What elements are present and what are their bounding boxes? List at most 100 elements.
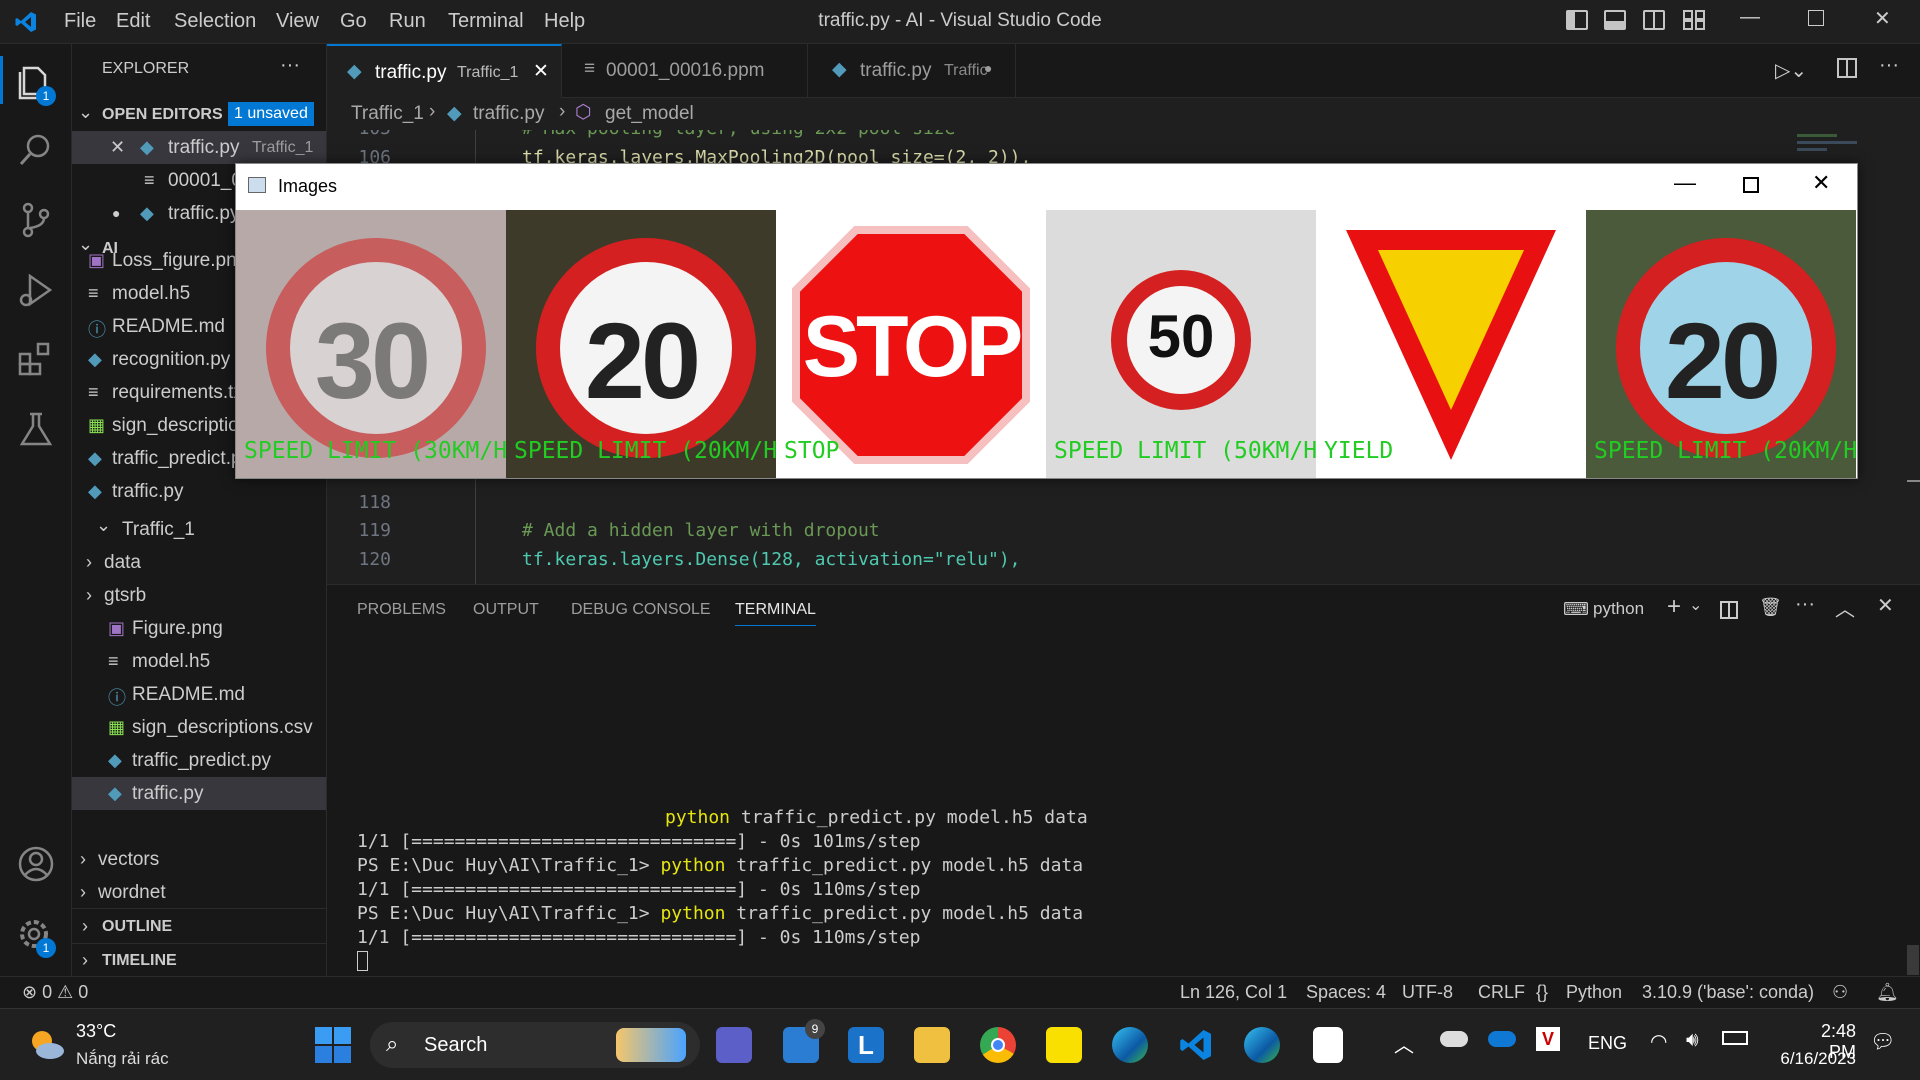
volume-icon[interactable]: 🔊︎ bbox=[1686, 1029, 1699, 1052]
breadcrumb-folder[interactable]: Traffic_1 bbox=[351, 103, 424, 125]
file-item[interactable]: ◆ traffic.py bbox=[72, 777, 326, 810]
file-item[interactable]: ≡ model.h5 bbox=[72, 645, 326, 678]
toggle-secondary-sidebar-icon[interactable] bbox=[1643, 10, 1665, 30]
run-debug-icon[interactable] bbox=[16, 270, 56, 310]
split-editor-icon[interactable] bbox=[1837, 58, 1857, 78]
search-icon[interactable] bbox=[16, 130, 56, 170]
timeline-section[interactable]: › TIMELINE bbox=[72, 943, 326, 976]
onedrive-business-icon[interactable] bbox=[1488, 1031, 1516, 1047]
tab-traffic-py-unsaved[interactable]: ◆ traffic.py Traffic ● bbox=[808, 44, 1016, 98]
terminal-shell-label[interactable]: python bbox=[1593, 599, 1644, 619]
file-item[interactable]: ◆ traffic_predict.py bbox=[72, 744, 326, 777]
weather-temp: 33°C bbox=[76, 1021, 117, 1041]
file-item[interactable]: ⓘ README.md bbox=[72, 678, 326, 711]
sticky-notes-icon[interactable] bbox=[1046, 1027, 1082, 1063]
mail-icon[interactable]: 9 bbox=[783, 1019, 825, 1063]
more-actions-icon[interactable]: ··· bbox=[1795, 593, 1815, 616]
close-tab-icon[interactable]: ✕ bbox=[533, 60, 549, 83]
new-terminal-icon[interactable]: + bbox=[1667, 593, 1681, 621]
file-item[interactable]: ▦ sign_descriptions.csv bbox=[72, 711, 326, 744]
chevron-down-icon[interactable]: ⌄ bbox=[1689, 595, 1702, 615]
battery-icon[interactable] bbox=[1722, 1031, 1748, 1045]
indentation[interactable]: Spaces: 4 bbox=[1306, 982, 1386, 1003]
images-window-titlebar[interactable]: Images — ✕ bbox=[236, 164, 1857, 209]
tab-problems[interactable]: PROBLEMS bbox=[357, 601, 446, 619]
minimize-icon[interactable]: — bbox=[1674, 170, 1696, 196]
live-share-icon[interactable]: ⚇ bbox=[1832, 982, 1848, 1003]
close-window-icon[interactable]: ✕ bbox=[1812, 170, 1830, 196]
tab-traffic-py[interactable]: ◆ traffic.py Traffic_1 ✕ bbox=[327, 44, 562, 98]
file-item[interactable]: ▣ Figure.png bbox=[72, 612, 326, 645]
close-panel-icon[interactable]: ✕ bbox=[1877, 593, 1894, 618]
minimize-icon[interactable]: — bbox=[1740, 6, 1760, 29]
edge-icon[interactable] bbox=[1112, 1027, 1148, 1063]
errors-indicator[interactable]: ⊗ 0 ⚠ 0 bbox=[22, 982, 88, 1003]
text-file-icon: ≡ bbox=[108, 651, 119, 671]
split-terminal-icon[interactable] bbox=[1720, 601, 1738, 619]
toggle-sidebar-icon[interactable] bbox=[1566, 10, 1588, 30]
file-item[interactable]: ◆ traffic.py bbox=[72, 475, 326, 508]
testing-icon[interactable] bbox=[16, 410, 56, 450]
edge-dev-icon[interactable] bbox=[1244, 1027, 1280, 1063]
chevron-right-icon: › bbox=[86, 552, 92, 572]
manage-gear-icon[interactable]: 1 bbox=[16, 914, 56, 958]
close-icon[interactable]: ✕ bbox=[110, 137, 125, 158]
open-editors-section[interactable]: ⌄ OPEN EDITORS 1 unsaved bbox=[72, 98, 326, 131]
chrome-icon[interactable] bbox=[980, 1027, 1016, 1063]
teams-icon[interactable] bbox=[716, 1027, 752, 1063]
more-actions-icon[interactable]: ··· bbox=[1879, 54, 1899, 77]
toggle-panel-icon[interactable] bbox=[1604, 10, 1626, 30]
file-item[interactable]: › gtsrb bbox=[72, 579, 326, 612]
line-ending[interactable]: CRLF bbox=[1478, 982, 1525, 1003]
notification-center-icon[interactable]: 💬︎ bbox=[1870, 1029, 1895, 1054]
run-python-file-icon[interactable]: ▷⌄ bbox=[1775, 58, 1807, 83]
language-mode[interactable]: Python bbox=[1566, 982, 1622, 1003]
windows-start-icon[interactable] bbox=[313, 1025, 353, 1065]
folder-traffic-1[interactable]: ⌄ Traffic_1 bbox=[72, 513, 326, 546]
extensions-icon[interactable] bbox=[16, 340, 56, 380]
tab-debug-console[interactable]: DEBUG CONSOLE bbox=[571, 601, 711, 619]
outline-section[interactable]: › OUTLINE bbox=[72, 910, 326, 943]
folder-item[interactable]: › vectors bbox=[72, 843, 326, 876]
customize-layout-icon[interactable] bbox=[1683, 10, 1705, 30]
trash-icon[interactable]: 🗑 bbox=[1759, 597, 1782, 618]
maximize-icon[interactable] bbox=[1743, 177, 1759, 193]
onedrive-icon[interactable] bbox=[1440, 1031, 1468, 1047]
breadcrumb-file[interactable]: traffic.py bbox=[473, 103, 544, 125]
python-file-icon: ◆ bbox=[140, 137, 154, 157]
cursor-position[interactable]: Ln 126, Col 1 bbox=[1180, 982, 1287, 1003]
clock-date[interactable]: 6/16/2023 bbox=[1770, 1049, 1856, 1069]
weather-icon[interactable] bbox=[26, 1025, 64, 1061]
explorer-more-icon[interactable]: ··· bbox=[280, 54, 300, 77]
status-bar: ⊗ 0 ⚠ 0 Ln 126, Col 1 Spaces: 4 UTF-8 CR… bbox=[0, 976, 1920, 1008]
chevron-up-icon[interactable]: ︿ bbox=[1394, 1029, 1414, 1058]
tab-ppm-file[interactable]: ≡ 00001_00016.ppm bbox=[562, 44, 808, 98]
tab-output[interactable]: OUTPUT bbox=[473, 601, 539, 619]
restore-icon[interactable] bbox=[1808, 10, 1824, 26]
explorer-icon[interactable]: 1 bbox=[16, 60, 56, 106]
maximize-panel-icon[interactable]: ︿ bbox=[1835, 593, 1855, 622]
scrollbar[interactable] bbox=[1907, 945, 1919, 975]
accounts-icon[interactable] bbox=[16, 844, 56, 884]
taskbar-search[interactable]: ⌕ Search bbox=[370, 1022, 700, 1068]
lens-app-icon[interactable]: L bbox=[848, 1027, 884, 1063]
notifications-bell-icon[interactable]: 🔔︎ bbox=[1876, 982, 1899, 1003]
breadcrumb-symbol[interactable]: get_model bbox=[605, 103, 694, 125]
wifi-icon[interactable]: ◠ bbox=[1650, 1029, 1667, 1054]
vietkey-icon[interactable]: V bbox=[1536, 1027, 1560, 1051]
folder-item[interactable]: › wordnet bbox=[72, 876, 326, 909]
source-control-icon[interactable] bbox=[16, 200, 56, 240]
python-window-icon[interactable] bbox=[1313, 1027, 1343, 1063]
python-file-icon: ◆ bbox=[108, 783, 122, 803]
file-explorer-icon[interactable] bbox=[914, 1027, 950, 1063]
open-editor-item[interactable]: ✕ ◆ traffic.py Traffic_1 bbox=[72, 131, 326, 164]
file-item[interactable]: › data bbox=[72, 546, 326, 579]
python-file-icon: ◆ bbox=[88, 448, 102, 468]
language-indicator[interactable]: ENG bbox=[1588, 1033, 1627, 1054]
tab-terminal[interactable]: TERMINAL bbox=[735, 601, 816, 626]
close-window-icon[interactable]: ✕ bbox=[1874, 6, 1891, 31]
python-interpreter[interactable]: 3.10.9 ('base': conda) bbox=[1642, 982, 1814, 1003]
encoding[interactable]: UTF-8 bbox=[1402, 982, 1453, 1003]
sign-text: 20 bbox=[584, 300, 701, 421]
vscode-taskbar-icon[interactable] bbox=[1178, 1027, 1214, 1063]
